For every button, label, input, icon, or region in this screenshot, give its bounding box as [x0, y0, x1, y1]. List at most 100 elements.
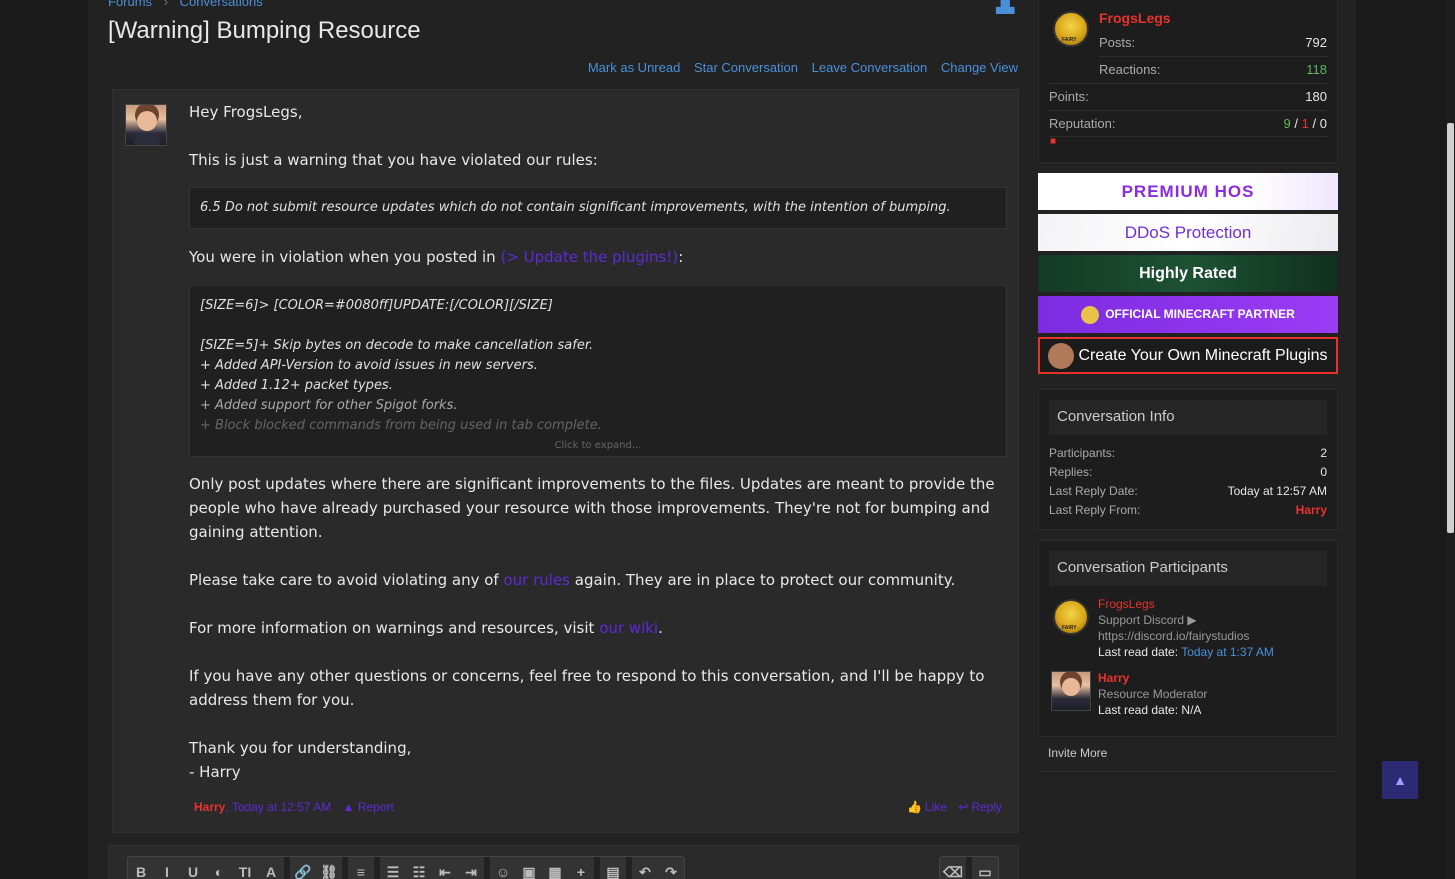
undo-button[interactable]: ↶ — [632, 857, 658, 879]
leave-conversation-link[interactable]: Leave Conversation — [812, 60, 928, 75]
message-date-link[interactable]: Today at 12:57 AM — [232, 800, 331, 814]
user-name-link[interactable]: FrogsLegs — [1099, 10, 1171, 26]
create-plugins-banner[interactable]: Create Your Own Minecraft Plugins — [1038, 337, 1338, 374]
divider — [1038, 771, 1338, 772]
violation-text: You were in violation when you posted in… — [189, 248, 684, 266]
participants-value: 2 — [1320, 446, 1327, 460]
code-line: [SIZE=5]+ Skip bytes on decode to make c… — [200, 338, 594, 353]
breadcrumb-separator: › — [163, 0, 169, 9]
last-reply-date-label: Last Reply Date: — [1049, 484, 1138, 498]
align-button[interactable]: ≡ — [348, 857, 374, 879]
author-avatar[interactable] — [125, 104, 167, 146]
participant-name-link[interactable]: Harry — [1098, 671, 1129, 685]
scrollbar-thumb[interactable] — [1447, 123, 1454, 533]
participants-label: Participants: — [1049, 446, 1116, 460]
color-button[interactable]: ◐ — [206, 857, 232, 879]
user-panel: FrogsLegs Posts: 792 Reactions: 118 Poin… — [1038, 0, 1338, 163]
questions-paragraph: If you have any other questions or conce… — [189, 667, 985, 709]
fairy-medal-icon[interactable] — [1053, 11, 1089, 47]
participant-last-read: Last read date: N/A — [1098, 703, 1202, 717]
minecraft-partner-banner[interactable]: OFFICIAL MINECRAFT PARTNER — [1038, 296, 1338, 333]
last-reply-from-link[interactable]: Harry — [1296, 503, 1327, 517]
message-greeting: Hey FrogsLegs, — [189, 103, 303, 121]
conversation-info-heading: Conversation Info — [1049, 400, 1327, 435]
reactions-label: Reactions: — [1099, 62, 1161, 77]
reputation-label: Reputation: — [1049, 116, 1116, 131]
rules-link[interactable]: our rules — [503, 571, 570, 589]
participant-subtitle: https://discord.io/fairystudios — [1098, 629, 1250, 643]
participant-last-read: Last read date: Today at 1:37 AM — [1098, 645, 1274, 659]
underline-button[interactable]: U — [180, 857, 206, 879]
replies-label: Replies: — [1049, 465, 1093, 479]
gift-icon[interactable]: ■ — [1050, 136, 1056, 147]
premium-hosting-banner[interactable]: PREMIUM HOS — [1038, 173, 1338, 210]
remove-format-button[interactable]: ⌫ — [940, 857, 966, 879]
scroll-to-top-button[interactable]: ▲ — [1382, 761, 1418, 799]
image-button[interactable]: ▣ — [516, 857, 542, 879]
wiki-link[interactable]: our wiki — [599, 619, 658, 637]
posts-label: Posts: — [1099, 35, 1136, 50]
violation-thread-link[interactable]: (> Update the plugins!) — [500, 248, 678, 266]
conversation-participants-panel: Conversation Participants FrogsLegs Supp… — [1038, 540, 1338, 737]
fairy-medal-icon[interactable] — [1053, 599, 1089, 635]
participants-heading: Conversation Participants — [1049, 551, 1327, 586]
breadcrumb: Forums › Conversations — [108, 0, 271, 9]
highly-rated-banner[interactable]: Highly Rated — [1038, 255, 1338, 292]
bullet-list-button[interactable]: ☰ — [380, 857, 406, 879]
page-scrollbar[interactable] — [1446, 0, 1455, 879]
mark-unread-link[interactable]: Mark as Unread — [588, 60, 680, 75]
insert-button[interactable]: + — [568, 857, 594, 879]
font-size-button[interactable]: TI — [232, 857, 258, 879]
rule-quote: 6.5 Do not submit resource updates which… — [189, 187, 1007, 229]
italic-button[interactable]: I — [154, 857, 180, 879]
link-button[interactable]: 🔗 — [290, 857, 316, 879]
bold-button[interactable]: B — [128, 857, 154, 879]
change-view-link[interactable]: Change View — [941, 60, 1018, 75]
font-button[interactable]: A — [258, 857, 284, 879]
star-conversation-link[interactable]: Star Conversation — [694, 60, 798, 75]
conversation-message: Hey FrogsLegs, This is just a warning th… — [112, 89, 1019, 833]
posts-value: 792 — [1305, 35, 1327, 50]
participant-avatar[interactable] — [1051, 671, 1091, 711]
numbered-list-button[interactable]: ☷ — [406, 857, 432, 879]
redo-button[interactable]: ↷ — [658, 857, 684, 879]
unlink-button[interactable]: ⛓ — [316, 857, 342, 879]
toggle-source-button[interactable]: ▭ — [972, 857, 998, 879]
divider — [1049, 83, 1327, 84]
outdent-button[interactable]: ⇤ — [432, 857, 458, 879]
indent-button[interactable]: ⇥ — [458, 857, 484, 879]
reply-icon: ↩ — [958, 800, 969, 814]
code-line: + Added support for other Spigot forks. — [200, 398, 458, 413]
conversation-info-panel: Conversation Info Participants: 2 Replie… — [1038, 389, 1338, 530]
points-label: Points: — [1049, 89, 1089, 104]
report-link[interactable]: ▲ Report — [343, 800, 394, 814]
page-title: [Warning] Bumping Resource — [108, 17, 421, 44]
code-line: [SIZE=6]> [COLOR=#0080ff]UPDATE:[/COLOR]… — [200, 298, 553, 313]
divider — [1049, 110, 1327, 111]
thumbs-up-icon: 👍 — [906, 800, 922, 814]
media-button[interactable]: ▦ — [542, 857, 568, 879]
presenter-avatar — [1048, 342, 1075, 369]
message-intro: This is just a warning that you have vio… — [189, 151, 598, 169]
rule-quote-text: 6.5 Do not submit resource updates which… — [200, 200, 951, 215]
smilie-button[interactable]: ☺ — [490, 857, 516, 879]
ddos-protection-banner[interactable]: DDoS Protection — [1038, 214, 1338, 251]
like-button[interactable]: 👍 Like — [899, 800, 947, 814]
breadcrumb-conversations[interactable]: Conversations — [180, 0, 271, 9]
signature: - Harry — [189, 763, 241, 781]
signoff: Thank you for understanding, — [189, 739, 412, 757]
reply-button[interactable]: ↩ Reply — [950, 800, 1002, 814]
participant-name-link[interactable]: FrogsLegs — [1098, 597, 1155, 611]
invite-more-link[interactable]: Invite More — [1048, 746, 1107, 760]
editor-toolbar: B I U ◐ TI A 🔗 ⛓ ≡ ☰ ☷ ⇤ ⇥ ☺ ▣ ▦ + ▤ ↶ ↷ — [127, 856, 685, 879]
save-draft-button[interactable]: ▤ — [600, 857, 626, 879]
sitemap-icon[interactable]: ▟▙ — [996, 0, 1014, 14]
code-line: + Added 1.12+ packet types. — [200, 378, 393, 393]
editor-toolbar-right: ⌫ ▭ — [939, 856, 999, 879]
reputation-value: 9 / 1 / 0 — [1283, 116, 1327, 131]
code-line: + Block blocked commands from being used… — [200, 418, 602, 433]
breadcrumb-forums[interactable]: Forums — [108, 0, 160, 9]
message-author-link[interactable]: Harry — [194, 800, 225, 814]
expand-quote-link[interactable]: Click to expand... — [200, 436, 996, 456]
message-meta: Harry, Today at 12:57 AM ▲ Report — [194, 800, 394, 814]
